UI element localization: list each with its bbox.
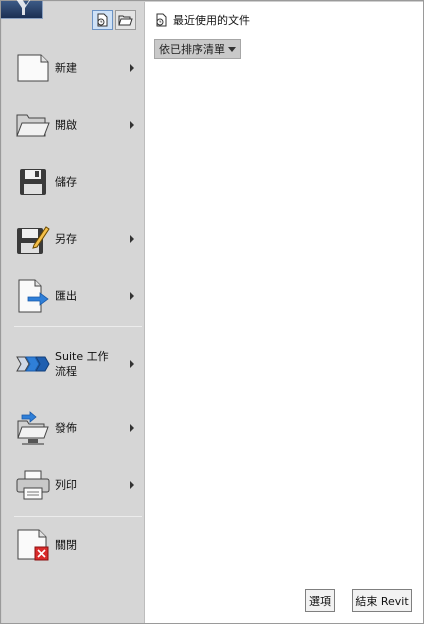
suite-workflow-icon <box>15 346 51 382</box>
view-toggle-group <box>92 10 136 30</box>
submenu-arrow-icon <box>130 64 134 72</box>
menu-item-export[interactable]: 匯出 <box>2 273 144 319</box>
submenu-arrow-icon <box>130 360 134 368</box>
recent-documents-header: 最近使用的文件 <box>155 12 250 28</box>
open-documents-toggle[interactable] <box>115 10 136 30</box>
menu-label-save: 儲存 <box>55 175 77 189</box>
menu-label-save-as: 另存 <box>55 232 77 246</box>
recent-documents-icon <box>156 13 167 27</box>
save-as-icon <box>15 221 51 257</box>
menu-item-suite-workflow[interactable]: Suite 工作 流程 <box>2 341 144 387</box>
sort-order-value: 依已排序清單 <box>159 43 225 56</box>
menu-label-open: 開啟 <box>55 118 77 132</box>
recent-documents-toggle[interactable] <box>92 10 113 30</box>
menu-label-export: 匯出 <box>55 289 77 303</box>
menu-separator <box>14 326 142 327</box>
menu-item-publish[interactable]: 發佈 <box>2 405 144 451</box>
menu-label-print: 列印 <box>55 478 77 492</box>
menu-label-suite-workflow: Suite 工作 流程 <box>55 350 109 378</box>
open-folder-icon <box>15 107 51 143</box>
open-documents-icon <box>118 15 133 25</box>
menu-item-save[interactable]: 儲存 <box>2 159 144 205</box>
menu-label-close: 關閉 <box>55 538 77 552</box>
menu-label-new: 新建 <box>55 61 77 75</box>
submenu-arrow-icon <box>130 235 134 243</box>
sort-order-dropdown[interactable]: 依已排序清單 <box>154 39 241 59</box>
export-icon <box>15 278 51 314</box>
close-document-icon <box>15 527 51 563</box>
recent-documents-panel: 最近使用的文件 依已排序清單 選項 結束 Revit <box>144 2 423 623</box>
submenu-arrow-icon <box>130 121 134 129</box>
exit-revit-button[interactable]: 結束 Revit <box>352 589 412 612</box>
save-floppy-icon <box>15 164 51 200</box>
options-button[interactable]: 選項 <box>305 589 335 612</box>
menu-item-close[interactable]: 關閉 <box>2 522 144 568</box>
submenu-arrow-icon <box>130 481 134 489</box>
printer-icon <box>15 467 51 503</box>
menu-separator <box>14 516 142 517</box>
menu-item-print[interactable]: 列印 <box>2 462 144 508</box>
submenu-arrow-icon <box>130 424 134 432</box>
application-menu-sidebar: 新建 開啟 儲存 另存 匯出 Suite 工作 流程 發佈 列印 關閉 <box>2 2 144 623</box>
recent-documents-icon <box>97 13 108 27</box>
menu-label-publish: 發佈 <box>55 421 77 435</box>
new-document-icon <box>15 50 51 86</box>
menu-item-new[interactable]: 新建 <box>2 45 144 91</box>
menu-item-open[interactable]: 開啟 <box>2 102 144 148</box>
chevron-down-icon <box>228 47 236 52</box>
publish-icon <box>15 410 51 446</box>
application-menu-button[interactable] <box>1 0 43 19</box>
recent-documents-title: 最近使用的文件 <box>173 14 250 27</box>
application-menu: 新建 開啟 儲存 另存 匯出 Suite 工作 流程 發佈 列印 關閉 最近使用… <box>0 0 424 624</box>
revit-logo-icon <box>16 0 31 15</box>
submenu-arrow-icon <box>130 292 134 300</box>
menu-item-save-as[interactable]: 另存 <box>2 216 144 262</box>
